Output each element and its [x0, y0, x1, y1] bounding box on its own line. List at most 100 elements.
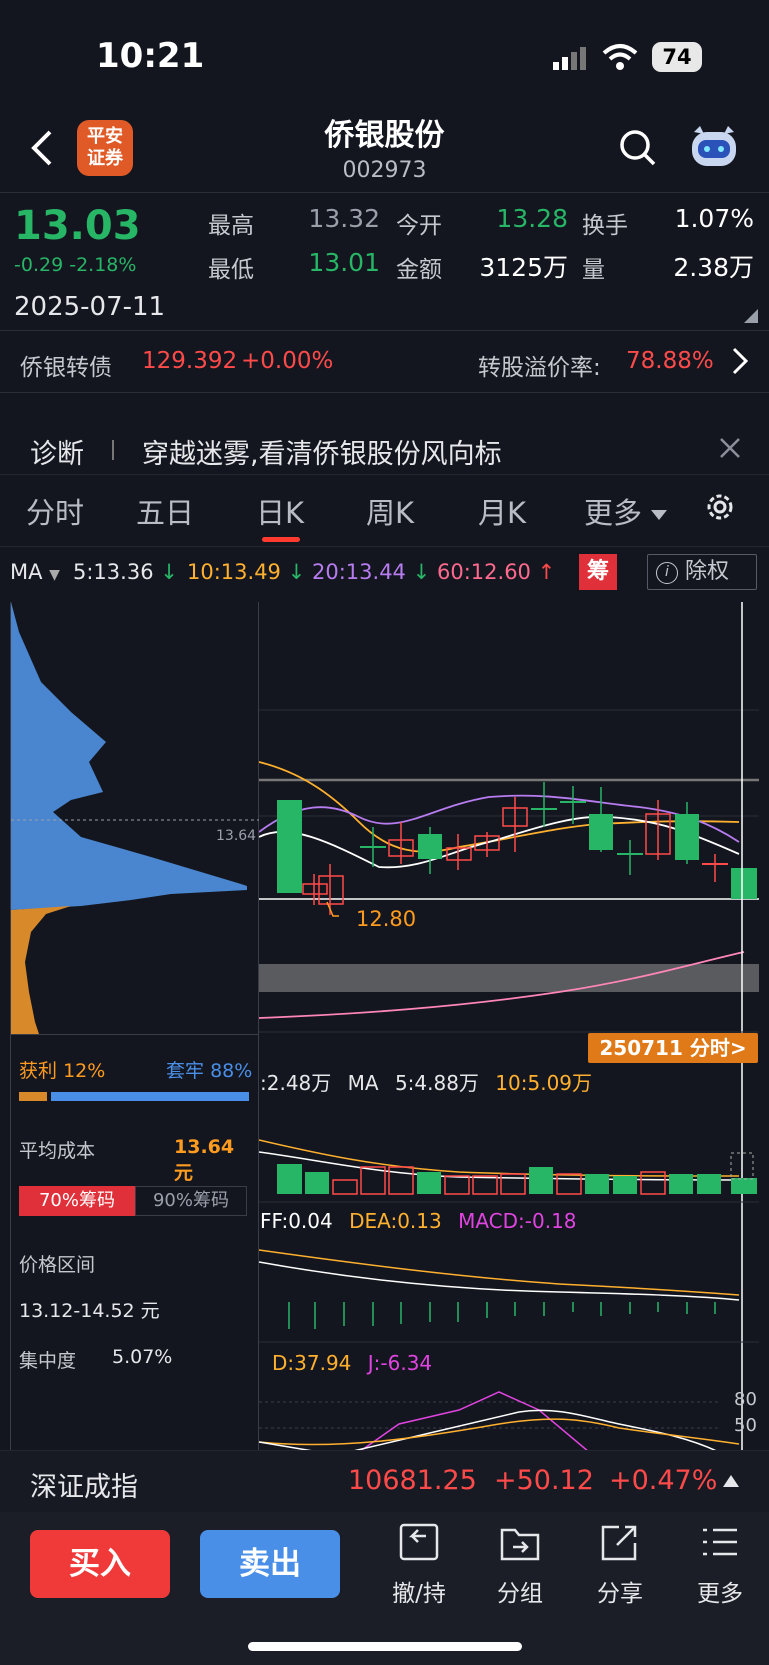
share-label: 分享	[597, 1581, 643, 1607]
diagnosis-banner[interactable]: 诊断 穿越迷雾,看清侨银股份风向标	[0, 420, 769, 474]
low-price-label: 12.80	[356, 907, 417, 931]
diagnosis-label: 诊断	[30, 439, 84, 470]
signal-icon	[553, 46, 589, 70]
adjust-label: 除权	[685, 559, 730, 584]
vol-ma10: 10:5.09万	[495, 1071, 593, 1095]
expand-corner-icon[interactable]	[744, 308, 758, 323]
ma60-text: 60:12.60	[437, 560, 531, 584]
turnover-label: 换手	[582, 213, 628, 239]
ma5-value: 5:13.36 ↓	[73, 560, 178, 584]
open-value: 13.28	[496, 204, 568, 233]
kdj-level-50: 50	[734, 1415, 757, 1436]
ma-selector[interactable]: MA ▼	[10, 560, 60, 584]
avg-cost-label: 平均成本	[19, 1140, 96, 1162]
volume-label: 量	[582, 257, 605, 283]
index-pct: +0.47%	[609, 1465, 718, 1496]
arrow-down-icon: ↓	[280, 560, 306, 584]
tab-more-label: 更多	[584, 496, 643, 530]
vol-value: :2.48万	[260, 1071, 332, 1095]
bond-price: 129.392	[142, 348, 238, 374]
price-change: -0.29 -2.18%	[14, 254, 136, 276]
buy-button[interactable]: 买入	[30, 1530, 170, 1598]
search-icon[interactable]	[618, 128, 658, 168]
volume-indicator: :2.48万 MA 5:4.88万 10:5.09万	[260, 1067, 592, 1096]
chip-panel: 13.64 获利 12% 套牢 88% 平均成本 13.64 元 70%筹码 9…	[10, 602, 259, 1450]
open-label: 今开	[396, 213, 442, 239]
settings-gear-icon[interactable]	[703, 490, 737, 524]
amount-value: 3125万	[479, 253, 568, 282]
intraday-tag-button[interactable]: 250711 分时>	[588, 1033, 758, 1063]
index-value: 10681.25	[348, 1465, 477, 1496]
cancel-hold-label: 撤/持	[392, 1581, 446, 1607]
triangle-up-icon	[723, 1475, 739, 1487]
profit-bar	[19, 1092, 47, 1101]
concentration-label: 集中度	[19, 1350, 77, 1372]
index-bar[interactable]: 深证成指 10681.25 +50.12 +0.47%	[0, 1450, 769, 1512]
sell-button[interactable]: 卖出	[200, 1530, 340, 1598]
close-icon[interactable]	[718, 436, 742, 460]
macd-indicator: FF:0.04 DEA:0.13 MACD:-0.18	[260, 1209, 577, 1233]
diagnosis-divider	[112, 440, 114, 460]
high-label: 最高	[208, 213, 254, 239]
quote-date: 2025-07-11	[14, 292, 166, 322]
ma-label: MA	[10, 560, 43, 584]
macd-diff: FF:0.04	[260, 1209, 333, 1233]
concentration-value: 5.07%	[112, 1346, 173, 1368]
premium-value: 78.88%	[626, 348, 714, 374]
macd-value: MACD:-0.18	[458, 1209, 577, 1233]
robot-assistant-icon[interactable]	[688, 124, 740, 170]
bond-row[interactable]: 侨银转债 129.392 +0.00% 转股溢价率: 78.88%	[0, 330, 769, 392]
chip-distribution-chart	[11, 602, 259, 1034]
arrow-up-icon: ↑	[530, 560, 556, 584]
volume-value: 2.38万	[673, 253, 754, 282]
cancel-order-icon	[399, 1523, 439, 1561]
arrow-down-icon: ↓	[405, 560, 431, 584]
adjust-button[interactable]: i 除权	[647, 554, 757, 590]
arrow-down-icon: ↓	[153, 560, 178, 584]
info-icon: i	[656, 562, 678, 584]
low-value: 13.01	[308, 248, 380, 277]
ma10-text: 10:13.49	[187, 560, 281, 584]
change-pct: -2.18%	[69, 254, 137, 276]
ma20-value: 20:13.44 ↓	[312, 560, 430, 584]
cancel-hold-button[interactable]: 撤/持	[379, 1522, 459, 1608]
tab-chip-70[interactable]: 70%筹码	[19, 1186, 135, 1216]
profit-value: 12%	[63, 1060, 106, 1082]
group-button[interactable]: 分组	[480, 1522, 560, 1608]
kline-chart[interactable]	[259, 602, 759, 1452]
last-price: 13.03	[14, 203, 141, 249]
folder-icon	[500, 1528, 540, 1561]
tab-five-day[interactable]: 五日	[136, 490, 194, 532]
profit-ratio: 获利 12%	[19, 1056, 105, 1083]
tab-active-indicator	[262, 537, 300, 542]
group-label: 分组	[497, 1581, 543, 1607]
wifi-icon	[602, 42, 638, 72]
vol-ma5: 5:4.88万	[394, 1071, 479, 1095]
vol-ma-label: MA	[347, 1071, 379, 1095]
kdj-d: D:37.94	[272, 1351, 352, 1375]
tab-weekly-k[interactable]: 周K	[366, 490, 414, 532]
ma20-text: 20:13.44	[312, 560, 406, 584]
tab-chip-90[interactable]: 90%筹码	[135, 1186, 247, 1216]
ma10-value: 10:13.49 ↓	[187, 560, 305, 584]
more-button[interactable]: 更多	[680, 1522, 760, 1608]
tab-intraday[interactable]: 分时	[26, 490, 84, 532]
tab-more[interactable]: 更多	[584, 490, 668, 532]
kdj-indicator: D:37.94 J:-6.34	[272, 1351, 432, 1375]
kdj-level-80: 80	[734, 1389, 757, 1410]
chip-avg-line-label: 13.64	[216, 828, 257, 844]
low-label: 最低	[208, 257, 254, 283]
share-button[interactable]: 分享	[580, 1522, 660, 1608]
caret-down-icon	[651, 510, 668, 520]
home-indicator	[248, 1642, 522, 1651]
trapped-value: 88%	[210, 1060, 253, 1082]
bond-change: +0.00%	[241, 348, 334, 374]
kdj-j: J:-6.34	[367, 1351, 433, 1375]
tab-daily-k[interactable]: 日K	[256, 490, 304, 532]
tab-monthly-k[interactable]: 月K	[478, 490, 526, 532]
macd-dea: DEA:0.13	[349, 1209, 442, 1233]
chip-badge[interactable]: 筹	[579, 554, 617, 590]
index-name: 深证成指	[30, 1472, 138, 1503]
premium-label: 转股溢价率:	[478, 355, 601, 381]
chevron-right-icon	[730, 346, 750, 380]
